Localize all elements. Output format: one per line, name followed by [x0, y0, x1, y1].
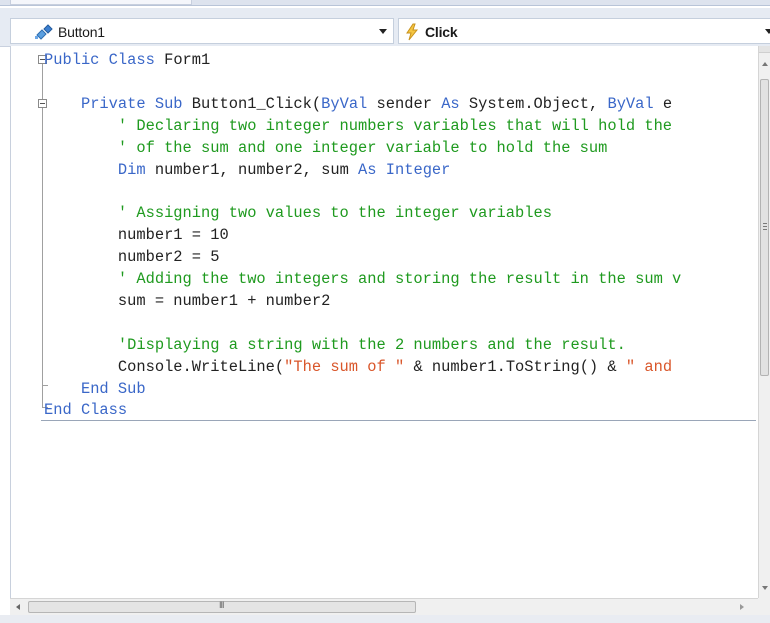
scroll-corner	[758, 598, 770, 615]
document-tab[interactable]	[10, 0, 192, 5]
status-strip	[0, 615, 770, 623]
chevron-down-icon[interactable]	[379, 29, 387, 34]
code-line[interactable]: number1 = 10	[44, 224, 229, 246]
scroll-right-icon[interactable]	[740, 604, 744, 610]
object-dropdown-value: Button1	[58, 24, 105, 40]
horizontal-scroll-thumb[interactable]: III	[28, 600, 416, 613]
code-token: Public Class	[44, 51, 155, 69]
code-line[interactable]: sum = number1 + number2	[44, 290, 330, 312]
document-tab-strip	[0, 0, 770, 6]
outline-line	[42, 64, 43, 103]
object-dropdown[interactable]: Button1	[10, 18, 394, 44]
code-token: As Integer	[358, 160, 451, 179]
code-editor-window: Button1 Click Public Class Form1 Private…	[0, 0, 770, 623]
code-line[interactable]: Private Sub Button1_Click(ByVal sender A…	[44, 93, 672, 115]
code-token: number2 = 5	[44, 248, 220, 267]
code-token: ByVal	[321, 94, 368, 113]
code-token: End Sub	[80, 379, 146, 398]
scroll-down-icon[interactable]	[762, 586, 768, 590]
code-token: Form1	[154, 51, 211, 69]
code-token: ' Declaring two integer numbers variable…	[44, 116, 673, 135]
code-line[interactable]: End Sub	[44, 378, 146, 400]
code-line[interactable]: End Class	[44, 399, 127, 421]
code-token: ' of the sum and one integer variable to…	[44, 138, 608, 157]
code-token: Dim	[117, 160, 146, 179]
code-token: Button1_Click(	[182, 94, 322, 113]
code-token: System.Object,	[459, 94, 608, 113]
code-token: ' Adding the two integers and storing th…	[44, 270, 682, 288]
code-line[interactable]: Dim number1, number2, sum As Integer	[44, 159, 451, 181]
code-token: ' Assigning two values to the integer va…	[44, 204, 552, 223]
chevron-down-icon[interactable]	[765, 29, 770, 34]
outline-line	[42, 108, 43, 408]
vertical-scroll-thumb[interactable]	[760, 79, 769, 376]
class-end-separator	[41, 420, 756, 421]
control-object-icon	[33, 23, 55, 41]
scroll-up-icon[interactable]	[762, 62, 768, 66]
code-token: e	[653, 94, 673, 113]
code-line[interactable]: ' Declaring two integer numbers variable…	[44, 115, 672, 137]
code-token: sender	[367, 94, 442, 113]
code-line[interactable]: Console.WriteLine("The sum of " & number…	[44, 356, 672, 378]
code-token: Console.WriteLine(	[44, 357, 285, 376]
code-token: sum = number1 + number2	[44, 291, 331, 310]
code-token: " and	[625, 357, 673, 376]
code-token: ByVal	[607, 94, 654, 113]
code-area[interactable]: Public Class Form1 Private Sub Button1_C…	[10, 46, 759, 598]
code-line[interactable]: ' Assigning two values to the integer va…	[44, 202, 552, 224]
code-token: 'Displaying a string with the 2 numbers …	[44, 335, 626, 354]
code-token: number1, number2, sum	[145, 160, 359, 179]
code-line[interactable]: Public Class Form1	[44, 49, 210, 71]
vertical-scrollbar[interactable]	[758, 46, 770, 598]
code-line[interactable]: 'Displaying a string with the 2 numbers …	[44, 334, 626, 356]
code-token: & number1.ToString() &	[404, 357, 626, 376]
code-token: "The sum of "	[284, 357, 405, 376]
code-line[interactable]: ' of the sum and one integer variable to…	[44, 137, 608, 159]
code-line[interactable]: ' Adding the two integers and storing th…	[44, 268, 681, 290]
event-dropdown[interactable]: Click	[398, 18, 770, 44]
scroll-left-icon[interactable]	[16, 604, 20, 610]
navigation-bar: Button1 Click	[0, 8, 770, 47]
code-line[interactable]: number2 = 5	[44, 246, 220, 268]
horizontal-scrollbar[interactable]: III	[10, 598, 758, 616]
lightning-event-icon	[403, 23, 425, 41]
scroll-grip-label: III	[219, 600, 224, 610]
code-token: number1 = 10	[44, 226, 229, 245]
code-token: As	[441, 94, 460, 113]
code-token: Private Sub	[80, 94, 183, 113]
event-dropdown-value: Click	[425, 24, 458, 40]
split-handle[interactable]	[759, 46, 770, 53]
code-token: End Class	[44, 401, 128, 420]
